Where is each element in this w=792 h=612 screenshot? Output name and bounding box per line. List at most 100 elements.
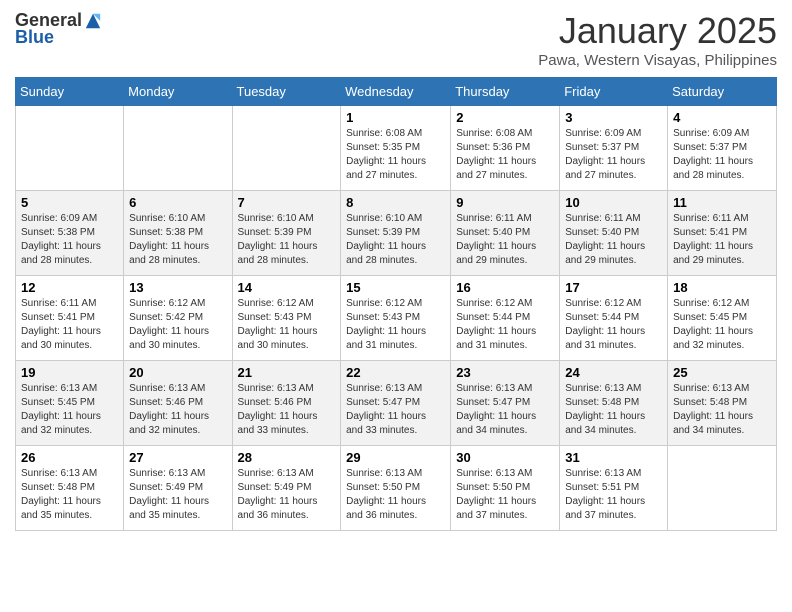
day-number: 7 [238,195,336,210]
day-number: 31 [565,450,662,465]
day-number: 28 [238,450,336,465]
calendar-cell [668,446,777,531]
calendar-cell: 4Sunrise: 6:09 AM Sunset: 5:37 PM Daylig… [668,106,777,191]
calendar-cell [16,106,124,191]
calendar-cell: 31Sunrise: 6:13 AM Sunset: 5:51 PM Dayli… [560,446,668,531]
day-number: 27 [129,450,226,465]
day-number: 24 [565,365,662,380]
day-info: Sunrise: 6:09 AM Sunset: 5:37 PM Dayligh… [565,127,662,183]
header-sunday: Sunday [16,78,124,106]
calendar-cell: 5 Sunrise: 6:09 AM Sunset: 5:38 PM Daylig… [16,191,124,276]
calendar-cell: 17 Sunrise: 6:12 AM Sunset: 5:44 PM Dayli… [560,276,668,361]
day-number: 15 [346,280,445,295]
calendar-cell: 8 Sunrise: 6:10 AM Sunset: 5:39 PM Daylig… [341,191,451,276]
calendar-cell: 29Sunrise: 6:13 AM Sunset: 5:50 PM Dayli… [341,446,451,531]
day-info: Sunrise: 6:11 AM Sunset: 5:40 PM Dayligh… [565,212,662,268]
day-info: Sunrise: 6:13 AM Sunset: 5:48 PM Dayligh… [673,382,771,438]
day-number: 5 [21,195,118,210]
calendar-cell: 15 Sunrise: 6:12 AM Sunset: 5:43 PM Dayli… [341,276,451,361]
calendar-week-row: 5 Sunrise: 6:09 AM Sunset: 5:38 PM Daylig… [16,191,777,276]
logo-blue-text: Blue [15,27,54,48]
day-number: 26 [21,450,118,465]
calendar-cell: 1Sunrise: 6:08 AM Sunset: 5:35 PM Daylig… [341,106,451,191]
page-header: General Blue January 2025 Pawa, Western … [15,10,777,69]
header-tuesday: Tuesday [232,78,341,106]
day-info: Sunrise: 6:13 AM Sunset: 5:45 PM Dayligh… [21,382,118,438]
calendar-cell [124,106,232,191]
day-info: Sunrise: 6:13 AM Sunset: 5:46 PM Dayligh… [129,382,226,438]
calendar-week-row: 26 Sunrise: 6:13 AM Sunset: 5:48 PM Dayli… [16,446,777,531]
calendar-cell: 22 Sunrise: 6:13 AM Sunset: 5:47 PM Dayli… [341,361,451,446]
calendar-cell: 20 Sunrise: 6:13 AM Sunset: 5:46 PM Dayli… [124,361,232,446]
calendar-week-row: 12 Sunrise: 6:11 AM Sunset: 5:41 PM Dayli… [16,276,777,361]
day-number: 18 [673,280,771,295]
calendar-cell: 7 Sunrise: 6:10 AM Sunset: 5:39 PM Daylig… [232,191,341,276]
day-number: 19 [21,365,118,380]
calendar-cell: 27 Sunrise: 6:13 AM Sunset: 5:49 PM Dayli… [124,446,232,531]
day-info: Sunrise: 6:12 AM Sunset: 5:43 PM Dayligh… [238,297,336,353]
calendar-week-row: 1Sunrise: 6:08 AM Sunset: 5:35 PM Daylig… [16,106,777,191]
calendar-cell: 16 Sunrise: 6:12 AM Sunset: 5:44 PM Dayli… [451,276,560,361]
calendar-cell: 28 Sunrise: 6:13 AM Sunset: 5:49 PM Dayli… [232,446,341,531]
calendar-cell: 18 Sunrise: 6:12 AM Sunset: 5:45 PM Dayli… [668,276,777,361]
day-number: 25 [673,365,771,380]
day-info: Sunrise: 6:12 AM Sunset: 5:43 PM Dayligh… [346,297,445,353]
day-info: Sunrise: 6:10 AM Sunset: 5:39 PM Dayligh… [238,212,336,268]
day-number: 22 [346,365,445,380]
calendar-cell: 12 Sunrise: 6:11 AM Sunset: 5:41 PM Dayli… [16,276,124,361]
day-info: Sunrise: 6:09 AM Sunset: 5:38 PM Dayligh… [21,212,118,268]
title-section: January 2025 Pawa, Western Visayas, Phil… [538,10,777,69]
header-friday: Friday [560,78,668,106]
calendar-cell: 30 Sunrise: 6:13 AM Sunset: 5:50 PM Dayli… [451,446,560,531]
day-number: 30 [456,450,554,465]
month-title: January 2025 [538,10,777,52]
day-info: Sunrise: 6:13 AM Sunset: 5:50 PM Dayligh… [346,467,445,523]
day-number: 8 [346,195,445,210]
day-number: 6 [129,195,226,210]
calendar-cell: 25 Sunrise: 6:13 AM Sunset: 5:48 PM Dayli… [668,361,777,446]
calendar-cell: 14 Sunrise: 6:12 AM Sunset: 5:43 PM Dayli… [232,276,341,361]
day-number: 3 [565,110,662,125]
day-info: Sunrise: 6:13 AM Sunset: 5:50 PM Dayligh… [456,467,554,523]
day-number: 16 [456,280,554,295]
header-wednesday: Wednesday [341,78,451,106]
day-number: 1 [346,110,445,125]
day-info: Sunrise: 6:11 AM Sunset: 5:41 PM Dayligh… [673,212,771,268]
day-number: 2 [456,110,554,125]
day-info: Sunrise: 6:13 AM Sunset: 5:47 PM Dayligh… [346,382,445,438]
day-info: Sunrise: 6:12 AM Sunset: 5:42 PM Dayligh… [129,297,226,353]
header-saturday: Saturday [668,78,777,106]
calendar-cell: 11 Sunrise: 6:11 AM Sunset: 5:41 PM Dayli… [668,191,777,276]
day-number: 12 [21,280,118,295]
day-number: 11 [673,195,771,210]
day-info: Sunrise: 6:12 AM Sunset: 5:44 PM Dayligh… [456,297,554,353]
location-subtitle: Pawa, Western Visayas, Philippines [538,52,777,69]
day-info: Sunrise: 6:10 AM Sunset: 5:39 PM Dayligh… [346,212,445,268]
calendar-cell: 26 Sunrise: 6:13 AM Sunset: 5:48 PM Dayli… [16,446,124,531]
day-info: Sunrise: 6:12 AM Sunset: 5:44 PM Dayligh… [565,297,662,353]
calendar-cell: 13Sunrise: 6:12 AM Sunset: 5:42 PM Dayli… [124,276,232,361]
calendar-cell: 3 Sunrise: 6:09 AM Sunset: 5:37 PM Daylig… [560,106,668,191]
day-info: Sunrise: 6:13 AM Sunset: 5:49 PM Dayligh… [238,467,336,523]
day-info: Sunrise: 6:13 AM Sunset: 5:48 PM Dayligh… [565,382,662,438]
day-number: 17 [565,280,662,295]
calendar-cell: 2Sunrise: 6:08 AM Sunset: 5:36 PM Daylig… [451,106,560,191]
header-thursday: Thursday [451,78,560,106]
calendar-cell: 23Sunrise: 6:13 AM Sunset: 5:47 PM Dayli… [451,361,560,446]
calendar-cell: 10Sunrise: 6:11 AM Sunset: 5:40 PM Dayli… [560,191,668,276]
day-info: Sunrise: 6:13 AM Sunset: 5:49 PM Dayligh… [129,467,226,523]
day-info: Sunrise: 6:13 AM Sunset: 5:47 PM Dayligh… [456,382,554,438]
calendar-cell: 19 Sunrise: 6:13 AM Sunset: 5:45 PM Dayli… [16,361,124,446]
day-info: Sunrise: 6:13 AM Sunset: 5:48 PM Dayligh… [21,467,118,523]
calendar-header-row: SundayMondayTuesdayWednesdayThursdayFrid… [16,78,777,106]
day-number: 21 [238,365,336,380]
day-number: 14 [238,280,336,295]
day-info: Sunrise: 6:11 AM Sunset: 5:41 PM Dayligh… [21,297,118,353]
day-info: Sunrise: 6:11 AM Sunset: 5:40 PM Dayligh… [456,212,554,268]
day-info: Sunrise: 6:13 AM Sunset: 5:46 PM Dayligh… [238,382,336,438]
day-info: Sunrise: 6:09 AM Sunset: 5:37 PM Dayligh… [673,127,771,183]
calendar-cell [232,106,341,191]
day-info: Sunrise: 6:12 AM Sunset: 5:45 PM Dayligh… [673,297,771,353]
day-number: 20 [129,365,226,380]
calendar-cell: 24 Sunrise: 6:13 AM Sunset: 5:48 PM Dayli… [560,361,668,446]
